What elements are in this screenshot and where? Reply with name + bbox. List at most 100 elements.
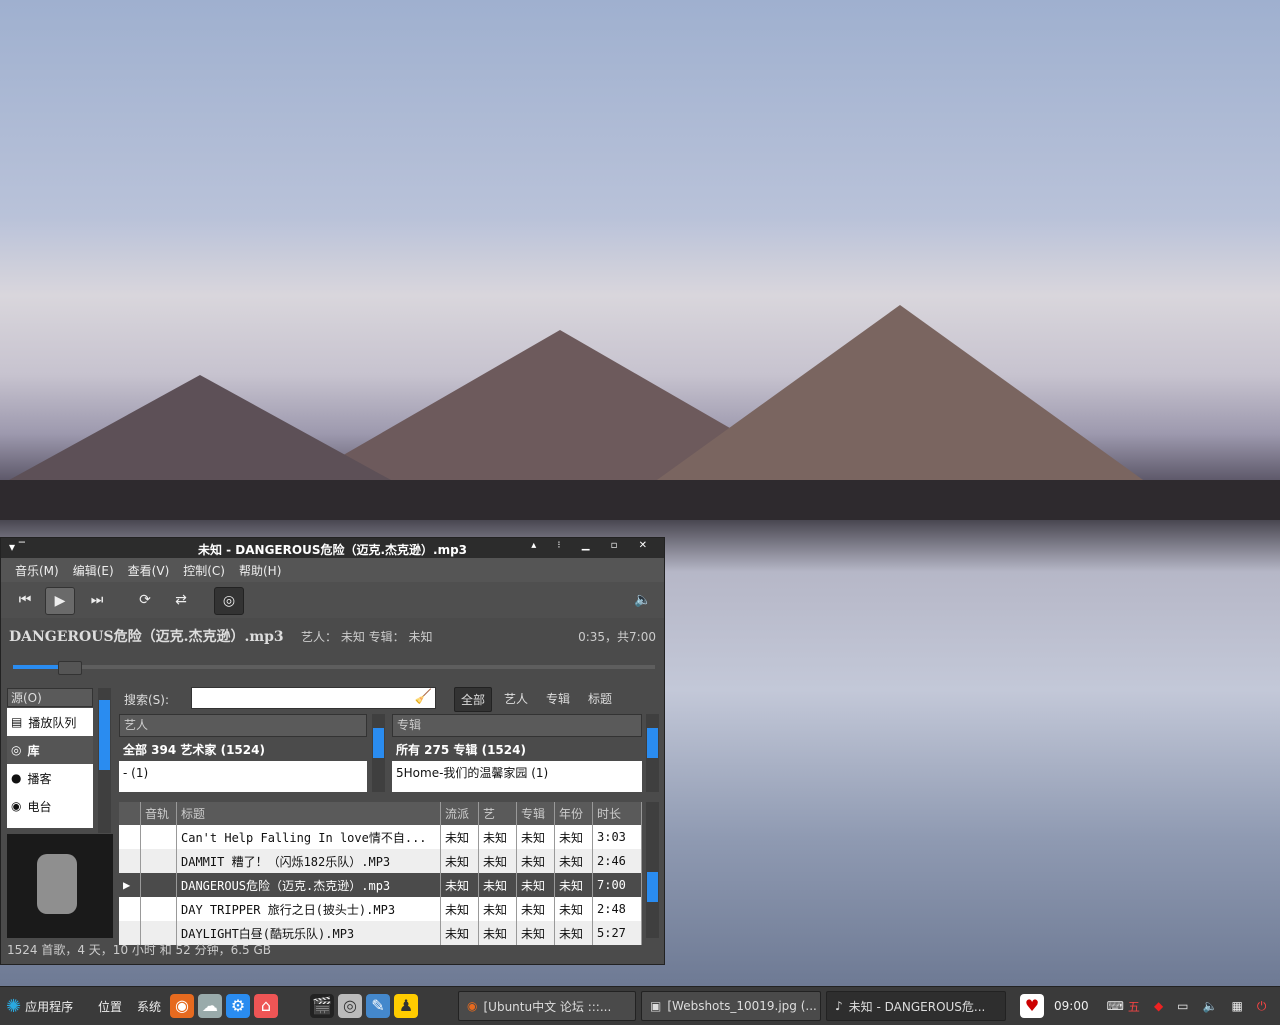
cell-year: 未知 xyxy=(555,825,593,849)
exit-icon[interactable]: ⏻ xyxy=(1257,999,1267,1014)
cell-album: 未知 xyxy=(517,873,555,897)
task-rhythmbox[interactable]: ♪ 未知 - DANGEROUS危... xyxy=(826,991,1006,1021)
keyboard-icon[interactable]: ⌨ xyxy=(1107,999,1124,1013)
filter-album[interactable]: 专辑 xyxy=(540,687,576,712)
menu-edit[interactable]: 编辑(E) xyxy=(73,562,114,579)
notify-icon[interactable]: ♥ xyxy=(1020,994,1044,1018)
play-button[interactable]: ▶ xyxy=(45,587,75,615)
col-track[interactable]: 音轨 xyxy=(141,802,177,825)
cover-art-figure xyxy=(37,854,77,914)
col-genre[interactable]: 流派 xyxy=(441,802,479,825)
source-item-library[interactable]: ◎ 库 xyxy=(7,736,93,764)
menu-help[interactable]: 帮助(H) xyxy=(239,562,281,579)
qq-penguin-icon[interactable]: ♟ xyxy=(394,994,418,1018)
home-icon[interactable]: ⌂ xyxy=(254,994,278,1018)
ruby-icon[interactable]: ◆ xyxy=(1154,999,1163,1013)
album-row[interactable]: 所有 275 专辑 (1524) xyxy=(392,738,642,761)
cell-album: 未知 xyxy=(517,921,555,945)
menu-view[interactable]: 查看(V) xyxy=(128,562,170,579)
col-artist[interactable]: 艺 xyxy=(479,802,517,825)
source-item-queue[interactable]: ▤ 播放队列 xyxy=(7,708,93,736)
album-pane-header[interactable]: 专辑 xyxy=(392,714,642,737)
volume-tray-icon[interactable]: 🔈 xyxy=(1203,999,1218,1013)
next-button[interactable]: ⏭ xyxy=(83,587,111,613)
now-playing-area: DANGEROUS危险（迈克.杰克逊）.mp3 艺人： 未知 专辑： 未知 0:… xyxy=(1,618,664,658)
scrollbar-thumb[interactable] xyxy=(647,728,658,758)
network-icon[interactable]: ☁ xyxy=(198,994,222,1018)
cell-duration: 7:00 xyxy=(593,873,642,897)
filter-title[interactable]: 标题 xyxy=(582,687,618,712)
table-row-playing[interactable]: ▶ DANGEROUS危险（迈克.杰克逊）.mp3 未知 未知 未知 未知 7:00 xyxy=(119,873,642,897)
launchers: ◉ ☁ ⚙ ⌂ xyxy=(170,994,278,1018)
status-bar: 1524 首歌，4 天，10 小时 和 52 分钟，6.5 GB xyxy=(7,943,272,957)
search-input[interactable]: 🧹 xyxy=(191,687,436,709)
cd-icon[interactable]: ◎ xyxy=(338,994,362,1018)
queue-icon: ▤ xyxy=(11,715,23,729)
filter-artist[interactable]: 艺人 xyxy=(498,687,534,712)
seek-slider[interactable] xyxy=(13,661,655,675)
scrollbar-thumb[interactable] xyxy=(373,728,384,758)
filter-all[interactable]: 全部 xyxy=(454,687,493,712)
task-image-viewer[interactable]: ▣ [Webshots_10019.jpg (... xyxy=(641,991,821,1021)
repeat-button[interactable]: ⟳ xyxy=(131,587,159,613)
firefox-icon[interactable]: ◉ xyxy=(170,994,194,1018)
sources-header[interactable]: 源(O) xyxy=(7,688,93,707)
clock[interactable]: 09:00 xyxy=(1054,999,1089,1013)
source-label: 库 xyxy=(27,743,40,758)
window-titlebar[interactable]: ▾ ‾ 未知 - DANGEROUS危险（迈克.杰克逊）.mp3 ▴ ⁝ ▁ ▫… xyxy=(1,538,664,558)
cell-artist: 未知 xyxy=(479,873,517,897)
next-icon: ⏭ xyxy=(90,592,104,608)
library-icon: ◎ xyxy=(11,743,22,757)
system-menu[interactable]: 系统 xyxy=(137,994,161,1018)
table-row[interactable]: DAY TRIPPER 旅行之日(披头士).MP3 未知 未知 未知 未知 2:48 xyxy=(119,897,642,921)
clapboard-icon[interactable]: 🎬 xyxy=(310,994,334,1018)
cell-duration: 2:46 xyxy=(593,849,642,873)
scrollbar-thumb[interactable] xyxy=(647,872,658,902)
tools-icon[interactable]: ✎ xyxy=(366,994,390,1018)
tracks-scrollbar[interactable] xyxy=(646,802,659,938)
album-row[interactable]: 5Home-我们的温馨家园 (1) xyxy=(392,761,642,784)
window-controls[interactable]: ▴ ⁝ ▁ ▫ ✕ xyxy=(531,540,656,551)
clear-broom-icon[interactable]: 🧹 xyxy=(415,689,432,705)
source-item-radio[interactable]: ◉ 电台 xyxy=(7,792,93,820)
network-status-icon[interactable]: ▭ xyxy=(1177,999,1188,1013)
seek-handle[interactable] xyxy=(58,661,83,675)
artist-scrollbar[interactable] xyxy=(372,714,385,792)
table-row[interactable]: Can't Help Falling In love情不自... 未知 未知 未知 未知… xyxy=(119,825,642,849)
col-playing[interactable] xyxy=(119,802,141,825)
artist-row[interactable]: - (1) xyxy=(119,761,367,784)
menu-control[interactable]: 控制(C) xyxy=(183,562,225,579)
col-album[interactable]: 专辑 xyxy=(517,802,555,825)
previous-icon: ⏮ xyxy=(18,592,32,608)
source-label: 播客 xyxy=(27,771,52,786)
task-label: 未知 - DANGEROUS危... xyxy=(848,999,986,1014)
play-icon: ▶ xyxy=(54,593,66,609)
artist-row[interactable]: 全部 394 艺术家 (1524) xyxy=(119,738,367,761)
cell-title: DAY TRIPPER 旅行之日(披头士).MP3 xyxy=(177,897,441,921)
table-row[interactable]: DAMMIT 糟了！（闪烁182乐队）.MP3 未知 未知 未知 未知 2:46 xyxy=(119,849,642,873)
applications-menu[interactable]: ✺ 应用程序 xyxy=(6,994,73,1018)
volume-icon: 🔈 xyxy=(634,592,652,608)
source-item-podcast[interactable]: ● 播客 xyxy=(7,764,93,792)
col-title[interactable]: 标题 xyxy=(177,802,441,825)
col-year[interactable]: 年份 xyxy=(555,802,593,825)
scrollbar-thumb[interactable] xyxy=(99,700,110,770)
repeat-icon: ⟳ xyxy=(139,592,151,608)
previous-button[interactable]: ⏮ xyxy=(11,587,39,613)
album-cover xyxy=(7,834,113,938)
browse-button[interactable]: ◎ xyxy=(214,587,244,615)
shuffle-button[interactable]: ⇄ xyxy=(167,587,195,613)
col-duration[interactable]: 时长 xyxy=(593,802,642,825)
sources-scrollbar[interactable] xyxy=(98,688,111,833)
ime-indicator[interactable]: 五 xyxy=(1128,998,1140,1015)
menu-music[interactable]: 音乐(M) xyxy=(15,562,59,579)
trash-icon[interactable]: ▦ xyxy=(1231,999,1242,1013)
places-menu[interactable]: 位置 xyxy=(98,994,122,1018)
settings-gear-icon[interactable]: ⚙ xyxy=(226,994,250,1018)
track-list-header: 音轨 标题 流派 艺 专辑 年份 时长 xyxy=(119,802,642,825)
task-firefox-forum[interactable]: ◉ [Ubuntu中文 论坛 :::... xyxy=(458,991,636,1021)
artist-pane-header[interactable]: 艺人 xyxy=(119,714,367,737)
album-scrollbar[interactable] xyxy=(646,714,659,792)
cell-playing xyxy=(119,825,141,849)
volume-button[interactable]: 🔈 xyxy=(629,587,657,613)
